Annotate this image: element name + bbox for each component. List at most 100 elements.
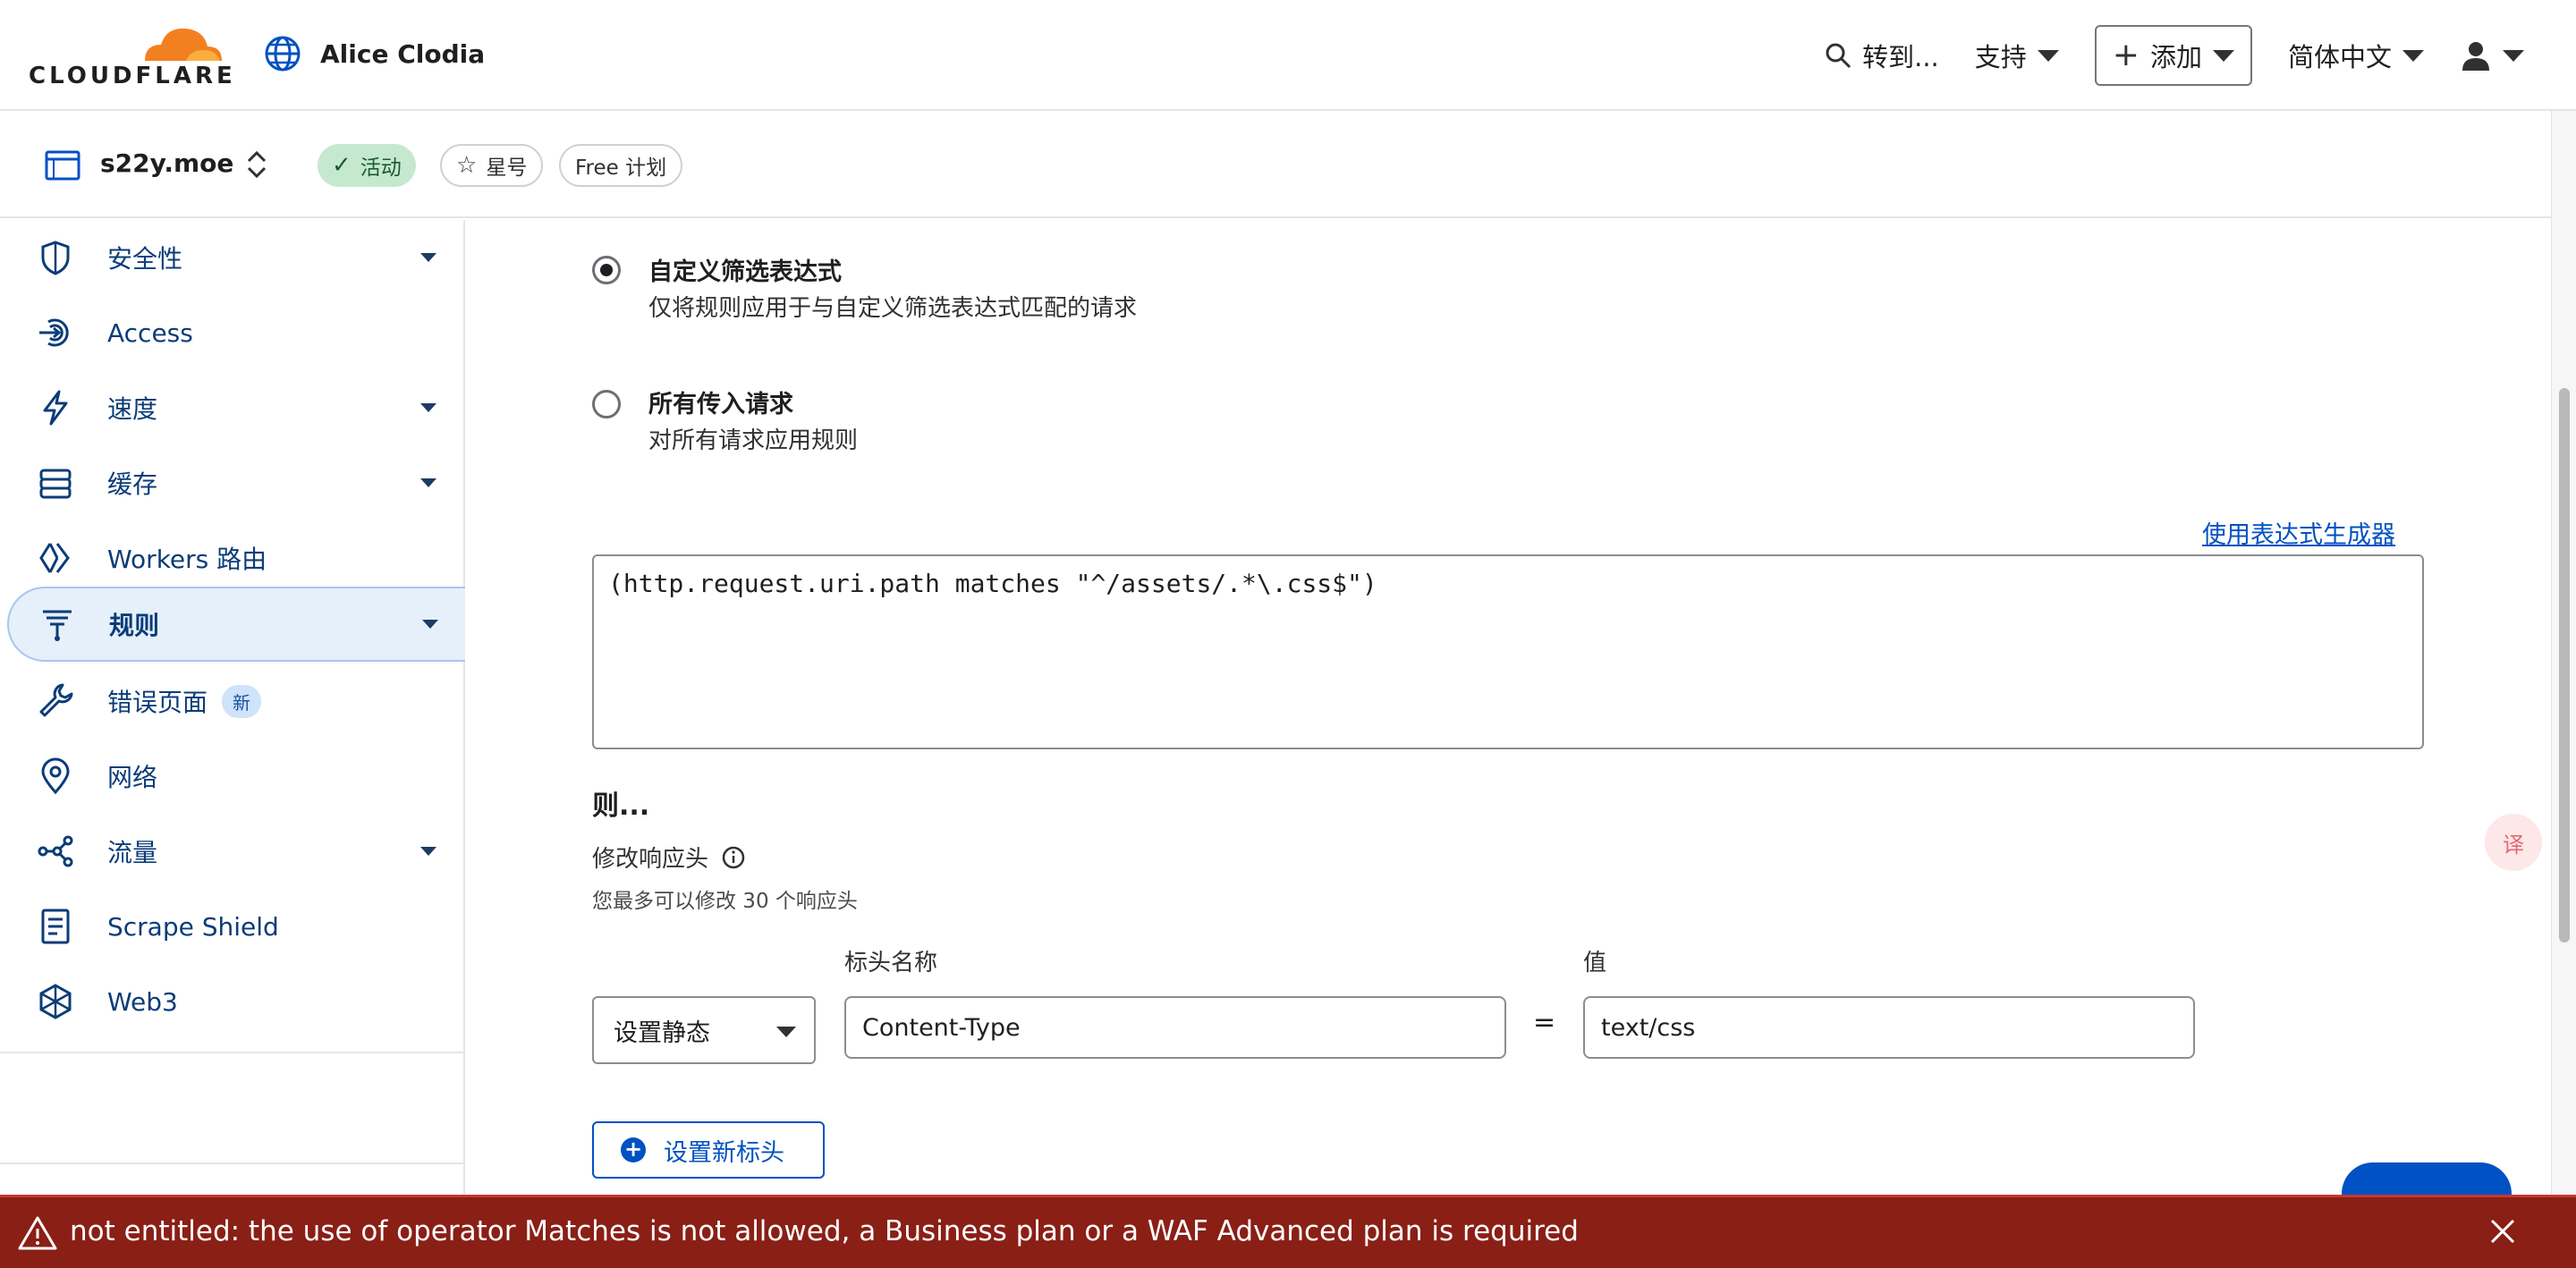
plan-label: Free 计划 <box>575 156 667 180</box>
all-requests-title: 所有传入请求 <box>648 391 793 418</box>
access-icon <box>39 318 69 347</box>
header-name-column-label: 标头名称 <box>844 950 938 976</box>
account-name: Alice Clodia <box>320 38 486 69</box>
expression-editor[interactable]: (http.request.uri.path matches "^/assets… <box>592 554 2424 749</box>
sidebar-item-label: Workers 路由 <box>107 545 267 574</box>
user-menu[interactable] <box>2460 39 2524 72</box>
star-button[interactable]: ☆ 星号 <box>440 144 544 187</box>
operation-value: 设置静态 <box>614 1019 710 1047</box>
browser-window-icon <box>45 150 80 181</box>
sidebar-item-traffic[interactable]: 流量 <box>0 814 463 889</box>
document-icon <box>41 909 70 944</box>
sidebar: 安全性 Access 速度 缓存 Workers 路由 规则 错误页面 新 网络… <box>0 220 465 1195</box>
status-label: 活动 <box>360 156 402 180</box>
error-alert-banner: not entitled: the use of operator Matche… <box>0 1195 2576 1268</box>
cache-icon <box>39 469 72 499</box>
language-menu[interactable]: 简体中文 <box>2288 37 2424 74</box>
chevron-down-icon <box>420 253 436 262</box>
then-heading: 则... <box>592 790 650 822</box>
support-menu[interactable]: 支持 <box>1975 37 2059 74</box>
sidebar-item-label: Scrape Shield <box>107 911 279 942</box>
shield-icon <box>41 241 70 275</box>
chevron-down-icon <box>420 478 436 487</box>
zone-name: s22y.moe <box>100 148 234 178</box>
close-icon[interactable] <box>2488 1217 2517 1246</box>
header-value-input[interactable]: text/css <box>1583 996 2195 1059</box>
language-label: 简体中文 <box>2287 42 2392 72</box>
lightning-icon <box>43 390 68 426</box>
sidebar-divider <box>0 1162 463 1164</box>
sidebar-item-scrape-shield[interactable]: Scrape Shield <box>0 889 463 964</box>
sidebar-item-label: 安全性 <box>107 244 183 274</box>
goto-label: 转到... <box>1862 42 1939 72</box>
cloud-icon <box>145 28 222 61</box>
plan-badge[interactable]: Free 计划 <box>559 144 683 187</box>
sidebar-item-web3[interactable]: Web3 <box>0 964 463 1039</box>
header-name-input[interactable]: Content-Type <box>844 996 1506 1059</box>
all-requests-desc: 对所有请求应用规则 <box>648 427 859 454</box>
plus-icon: + <box>2112 37 2140 73</box>
globe-icon <box>265 36 301 72</box>
modify-response-header-label: 修改响应头 <box>592 841 746 874</box>
sidebar-item-label: Web3 <box>107 986 178 1017</box>
status-badge: ✓ 活动 <box>318 144 416 187</box>
cloudflare-logo[interactable]: CLOUDFLARE <box>29 20 233 91</box>
rules-icon <box>43 610 72 641</box>
translate-icon[interactable]: 译 <box>2485 814 2542 871</box>
top-nav: 转到... 支持 + 添加 简体中文 <box>1825 25 2524 86</box>
add-label: 添加 <box>2149 42 2202 72</box>
chevron-down-icon <box>2037 49 2059 62</box>
plus-circle-icon: + <box>621 1137 646 1162</box>
sidebar-item-label: 缓存 <box>107 469 158 499</box>
sidebar-item-label: 流量 <box>107 838 158 867</box>
sidebar-item-security[interactable]: 安全性 <box>0 220 463 295</box>
location-pin-icon <box>41 757 70 795</box>
chevron-down-icon <box>420 847 436 856</box>
chevron-down-icon <box>420 403 436 412</box>
custom-filter-title: 自定义筛选表达式 <box>648 258 842 286</box>
top-bar: CLOUDFLARE Alice Clodia 转到... 支持 + 添加 简体… <box>0 0 2576 111</box>
support-label: 支持 <box>1974 42 2027 72</box>
page-scrollbar[interactable] <box>2551 111 2576 1195</box>
sidebar-item-label: 错误页面 <box>107 688 208 717</box>
equals-sign: = <box>1533 1007 1556 1038</box>
warning-icon <box>18 1216 57 1250</box>
sidebar-item-network[interactable]: 网络 <box>0 739 463 814</box>
custom-filter-radio[interactable] <box>592 256 621 284</box>
sidebar-divider <box>0 1052 463 1053</box>
logo-wordmark: CLOUDFLARE <box>29 63 236 89</box>
sidebar-item-access[interactable]: Access <box>0 295 463 370</box>
chevron-down-icon <box>2402 49 2424 62</box>
sidebar-item-label: 网络 <box>107 763 158 792</box>
wrench-icon <box>39 683 73 717</box>
alert-message: not entitled: the use of operator Matche… <box>70 1215 1579 1247</box>
account-switcher[interactable]: Alice Clodia <box>263 34 485 73</box>
sidebar-item-cache[interactable]: 缓存 <box>0 445 463 520</box>
main-content: 自定义筛选表达式 仅将规则应用于与自定义筛选表达式匹配的请求 所有传入请求 对所… <box>467 220 2551 1195</box>
info-icon[interactable] <box>721 845 746 870</box>
add-header-button[interactable]: + 设置新标头 <box>592 1121 825 1179</box>
operation-select[interactable]: 设置静态 <box>592 996 816 1064</box>
add-button[interactable]: + 添加 <box>2094 25 2252 86</box>
zone-switch-icon[interactable] <box>243 147 270 182</box>
custom-filter-desc: 仅将规则应用于与自定义筛选表达式匹配的请求 <box>648 295 1138 322</box>
sidebar-item-rules[interactable]: 规则 <box>7 587 465 662</box>
sidebar-item-workers[interactable]: Workers 路由 <box>0 520 463 596</box>
workers-icon <box>39 543 70 573</box>
sidebar-item-label: 规则 <box>109 611 160 640</box>
sidebar-item-speed[interactable]: 速度 <box>0 370 463 445</box>
goto-search-button[interactable]: 转到... <box>1825 37 1939 74</box>
user-icon <box>2462 42 2489 71</box>
sidebar-item-error-pages[interactable]: 错误页面 新 <box>0 664 463 739</box>
web3-icon <box>39 984 72 1019</box>
new-badge: 新 <box>222 684 261 718</box>
scrollbar-thumb[interactable] <box>2559 388 2570 943</box>
add-header-label: 设置新标头 <box>664 1138 784 1167</box>
value-column-label: 值 <box>1583 950 1607 976</box>
all-requests-radio[interactable] <box>592 390 621 418</box>
check-icon: ✓ <box>332 152 352 179</box>
chevron-down-icon <box>776 1027 796 1037</box>
chevron-down-icon <box>2212 49 2234 62</box>
expression-builder-link[interactable]: 使用表达式生成器 <box>2202 515 2395 550</box>
chevron-down-icon <box>2503 49 2524 62</box>
